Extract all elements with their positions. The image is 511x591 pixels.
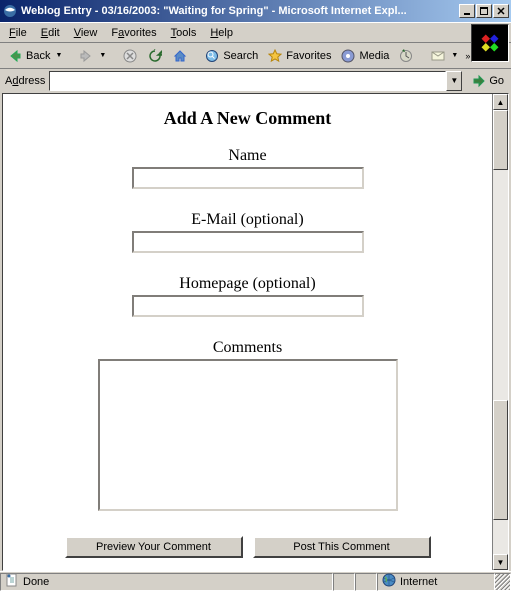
window-title: Weblog Entry - 03/16/2003: "Waiting for … bbox=[21, 5, 459, 17]
vertical-scrollbar[interactable]: ▲ ▼ bbox=[492, 94, 508, 570]
scroll-thumb[interactable] bbox=[493, 110, 508, 170]
comments-textarea[interactable] bbox=[98, 359, 398, 511]
go-icon bbox=[470, 73, 486, 89]
search-label: Search bbox=[223, 50, 258, 62]
title-bar: Weblog Entry - 03/16/2003: "Waiting for … bbox=[0, 0, 511, 22]
stop-button[interactable] bbox=[118, 46, 142, 66]
ie-icon bbox=[2, 3, 18, 19]
resize-grip[interactable] bbox=[495, 573, 511, 591]
home-button[interactable] bbox=[168, 46, 192, 66]
search-icon bbox=[204, 48, 220, 64]
scroll-down-button[interactable]: ▼ bbox=[493, 554, 508, 570]
address-dropdown-button[interactable]: ▼ bbox=[446, 71, 462, 91]
status-text-pane: Done bbox=[0, 573, 333, 591]
go-button[interactable]: Go bbox=[466, 73, 508, 89]
scroll-thumb-lower[interactable] bbox=[493, 400, 508, 520]
scroll-track[interactable] bbox=[493, 110, 508, 554]
homepage-input[interactable] bbox=[132, 295, 364, 317]
content-viewport: Add A New Comment Name E-Mail (optional)… bbox=[2, 93, 509, 571]
page-heading: Add A New Comment bbox=[3, 108, 492, 129]
mail-button[interactable]: ▼ bbox=[426, 46, 462, 66]
comments-field-block: Comments bbox=[3, 339, 492, 516]
menu-tools[interactable]: Tools bbox=[164, 25, 204, 41]
back-button[interactable]: Back ▼ bbox=[3, 46, 66, 66]
security-zone-pane: Internet bbox=[377, 573, 495, 591]
home-icon bbox=[172, 48, 188, 64]
menu-favorites[interactable]: Favorites bbox=[104, 25, 163, 41]
menu-bar: File Edit View Favorites Tools Help bbox=[0, 22, 511, 42]
chevron-down-icon: ▼ bbox=[451, 52, 458, 59]
menu-edit[interactable]: Edit bbox=[34, 25, 67, 41]
back-label: Back bbox=[26, 50, 50, 62]
favorites-label: Favorites bbox=[286, 50, 331, 62]
go-label: Go bbox=[489, 75, 504, 87]
homepage-field-block: Homepage (optional) bbox=[3, 275, 492, 317]
back-icon bbox=[7, 48, 23, 64]
media-label: Media bbox=[359, 50, 389, 62]
menu-help[interactable]: Help bbox=[203, 25, 240, 41]
address-bar: Address ▼ Go bbox=[0, 68, 511, 92]
address-label: Address bbox=[3, 75, 45, 87]
ie-throbber-icon bbox=[471, 24, 509, 62]
status-pane-2 bbox=[333, 573, 355, 591]
internet-zone-icon bbox=[382, 573, 396, 590]
status-bar: Done Internet bbox=[0, 571, 511, 591]
history-icon bbox=[398, 48, 414, 64]
status-pane-3 bbox=[355, 573, 377, 591]
page-content: Add A New Comment Name E-Mail (optional)… bbox=[3, 94, 492, 570]
comments-label: Comments bbox=[3, 339, 492, 357]
stop-icon bbox=[122, 48, 138, 64]
email-field-block: E-Mail (optional) bbox=[3, 211, 492, 253]
refresh-icon bbox=[147, 48, 163, 64]
homepage-label: Homepage (optional) bbox=[3, 275, 492, 293]
preview-button[interactable]: Preview Your Comment bbox=[65, 536, 243, 558]
status-text: Done bbox=[23, 576, 49, 588]
name-input[interactable] bbox=[132, 167, 364, 189]
media-icon bbox=[340, 48, 356, 64]
media-button[interactable]: Media bbox=[336, 46, 393, 66]
security-zone-text: Internet bbox=[400, 576, 437, 588]
scroll-up-button[interactable]: ▲ bbox=[493, 94, 508, 110]
page-icon bbox=[5, 573, 19, 590]
forward-icon bbox=[78, 48, 94, 64]
menu-view[interactable]: View bbox=[67, 25, 105, 41]
menu-file[interactable]: File bbox=[2, 25, 34, 41]
minimize-button[interactable] bbox=[459, 4, 475, 18]
history-button[interactable] bbox=[394, 46, 418, 66]
chevron-down-icon: ▼ bbox=[55, 52, 62, 59]
forward-button[interactable]: ▼ bbox=[74, 46, 110, 66]
close-button[interactable] bbox=[493, 4, 509, 18]
name-field-block: Name bbox=[3, 147, 492, 189]
name-label: Name bbox=[3, 147, 492, 165]
email-input[interactable] bbox=[132, 231, 364, 253]
search-button[interactable]: Search bbox=[200, 46, 262, 66]
address-input[interactable] bbox=[49, 71, 446, 91]
refresh-button[interactable] bbox=[143, 46, 167, 66]
chevron-down-icon: ▼ bbox=[99, 52, 106, 59]
favorites-icon bbox=[267, 48, 283, 64]
maximize-button[interactable] bbox=[476, 4, 492, 18]
address-combo: ▼ bbox=[49, 71, 462, 91]
mail-icon bbox=[430, 48, 446, 64]
favorites-button[interactable]: Favorites bbox=[263, 46, 335, 66]
button-row: Preview Your Comment Post This Comment bbox=[3, 536, 492, 558]
email-label: E-Mail (optional) bbox=[3, 211, 492, 229]
window-controls bbox=[459, 4, 509, 18]
post-button[interactable]: Post This Comment bbox=[253, 536, 431, 558]
toolbar: Back ▼ ▼ Search Favorites Media ▼ » Link… bbox=[0, 42, 511, 68]
